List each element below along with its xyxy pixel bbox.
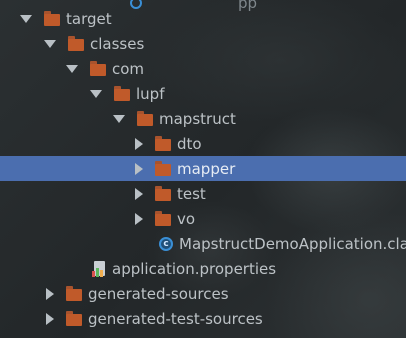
chevron-down-icon[interactable] [44,39,56,48]
folder-icon [114,85,130,101]
tree-row-label: vo [177,209,196,228]
tree-row-mapper[interactable]: mapper [0,156,406,181]
tree-row-label: application.properties [112,259,277,278]
class-file-icon: c [159,236,173,251]
chevron-right-icon[interactable] [135,162,143,175]
chevron-right-icon[interactable] [46,312,54,325]
tree-row-label: mapstruct [159,109,236,128]
tree-row-label: mapper [177,159,236,178]
chevron-right-icon[interactable] [135,187,143,200]
tree-row-application-class[interactable]: c MapstructDemoApplication.cla [0,231,406,256]
chevron-right-icon[interactable] [135,212,143,225]
folder-icon [155,160,171,176]
tree-row-label: generated-test-sources [88,309,263,328]
tree-row-com[interactable]: com [0,56,406,81]
tree-row-generated-sources[interactable]: generated-sources [0,281,406,306]
tree-row-dto[interactable]: dto [0,131,406,156]
tree-row-test[interactable]: test [0,181,406,206]
tree-row-label: lupf [136,84,165,103]
project-tree[interactable]: pp target classes com lupf mapstruct dto… [0,0,406,338]
chevron-down-icon[interactable] [90,89,102,98]
tree-row-label: dto [177,134,202,153]
tree-row-label: generated-sources [88,284,229,303]
tree-row-mapstruct[interactable]: mapstruct [0,106,406,131]
tree-row-label: com [112,59,145,78]
folder-icon [90,60,106,76]
tree-row-vo[interactable]: vo [0,206,406,231]
tree-row-label: MapstructDemoApplication.cla [179,234,406,253]
tree-row-application-properties[interactable]: application.properties [0,256,406,281]
tree-row-label: test [177,184,206,203]
tree-row-generated-test-sources[interactable]: generated-test-sources [0,306,406,331]
folder-icon [66,285,82,301]
folder-icon [155,185,171,201]
tree-row-lupf[interactable]: lupf [0,81,406,106]
chevron-down-icon[interactable] [20,14,32,23]
tree-row-target[interactable]: target [0,6,406,31]
folder-icon [68,35,84,51]
tree-row-classes[interactable]: classes [0,31,406,56]
folder-icon [44,10,60,26]
properties-file-icon [92,260,106,277]
tree-row-label: classes [90,34,145,53]
chevron-down-icon[interactable] [66,64,78,73]
folder-icon [155,135,171,151]
chevron-right-icon[interactable] [46,287,54,300]
folder-icon [155,210,171,226]
tree-row-label: target [66,9,112,28]
chevron-right-icon[interactable] [135,137,143,150]
chevron-down-icon[interactable] [113,114,125,123]
folder-icon [137,110,153,126]
folder-icon [66,310,82,326]
